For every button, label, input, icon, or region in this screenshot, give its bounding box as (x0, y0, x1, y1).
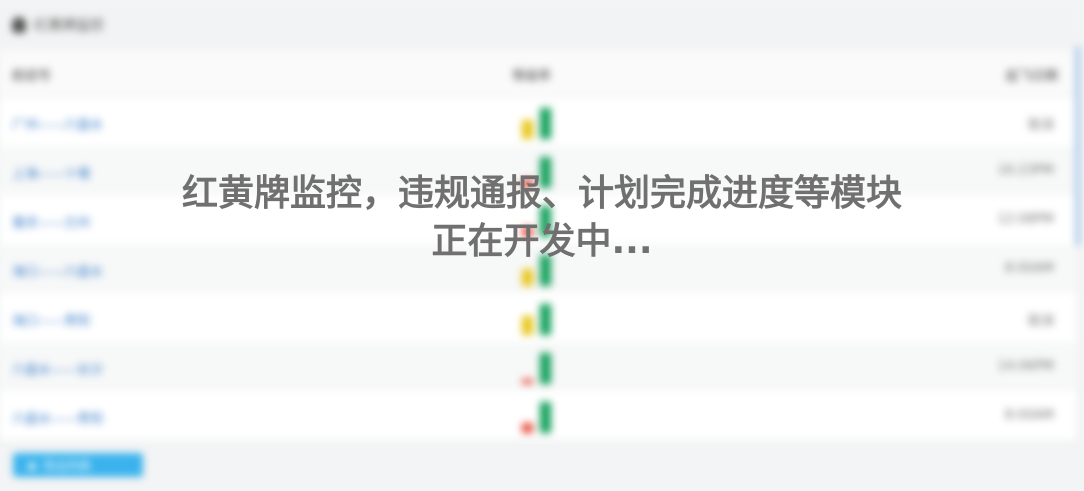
red-card-bar (522, 423, 533, 433)
departure-time: 取消 (1027, 314, 1054, 329)
table-row[interactable]: 广州——六盘水 取消 (0, 97, 1076, 147)
table-row[interactable]: 六盘水——贵阳 8:00AM (0, 391, 1076, 441)
table-row[interactable]: 海口——贵阳 取消 (0, 293, 1076, 343)
rate-bars (520, 301, 560, 335)
under-development-notice: 红黄牌监控，违规通报、计划完成进度等模块 正在开发中... (0, 170, 1084, 266)
green-normal-bar (540, 353, 551, 384)
flight-route-link[interactable]: 六盘水——长沙 (12, 359, 103, 378)
column-header-flight: 航班号 (12, 69, 52, 84)
shield-icon (12, 17, 26, 33)
table-header: 航班号 等级率 起飞日期 (0, 50, 1076, 97)
export-list-button[interactable]: 导出列表 (13, 453, 143, 477)
yellow-card-bar (522, 269, 533, 286)
rate-bars (520, 105, 560, 139)
flight-route-link[interactable]: 六盘水——贵阳 (12, 408, 103, 427)
departure-time: 取消 (1027, 118, 1054, 133)
flight-route-link[interactable]: 海口——贵阳 (12, 310, 90, 329)
table-row[interactable]: 六盘水——长沙 14:06PM (0, 342, 1076, 392)
departure-time: 14:06PM (997, 359, 1054, 374)
red-card-bar (522, 379, 533, 384)
yellow-card-bar (522, 316, 533, 335)
notice-line-1: 红黄牌监控，违规通报、计划完成进度等模块 (181, 173, 902, 214)
rate-bars (520, 350, 560, 384)
green-normal-bar (540, 402, 551, 433)
departure-time: 8:00AM (1004, 408, 1054, 423)
export-button-label: 导出列表 (43, 458, 92, 473)
yellow-card-bar (522, 120, 533, 139)
column-header-rate: 等级率 (512, 69, 552, 84)
upload-icon (27, 461, 37, 469)
column-header-date: 起飞日期 (1005, 69, 1058, 84)
green-normal-bar (540, 108, 551, 139)
panel-header: 红黄牌监控 (0, 0, 1084, 51)
monitor-panel: 红黄牌监控 航班号 等级率 起飞日期 广州——六盘水 取消 上海——十堰 16:23P… (0, 0, 1084, 491)
notice-line-2: 正在开发中... (431, 221, 653, 262)
green-normal-bar (540, 304, 551, 335)
rate-bars (520, 399, 560, 433)
panel-title: 红黄牌监控 (34, 18, 104, 34)
flight-route-link[interactable]: 广州——六盘水 (12, 114, 103, 133)
